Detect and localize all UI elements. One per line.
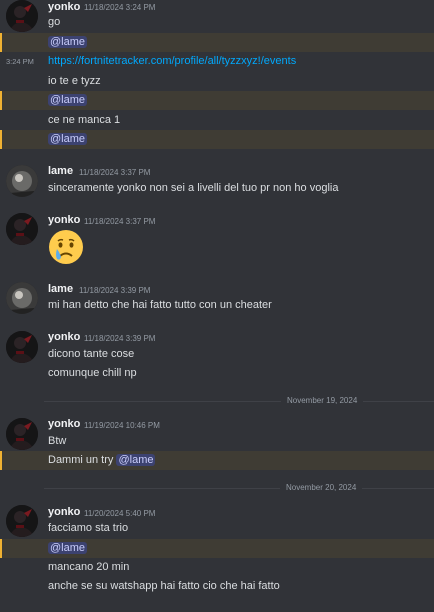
timestamp: 11/18/2024 3:37 PM [79, 168, 151, 177]
avatar[interactable] [6, 0, 38, 32]
message-text: mancano 20 min [48, 561, 130, 573]
timestamp: 11/18/2024 3:39 PM [79, 286, 151, 295]
message-text: @lame [48, 542, 88, 554]
message-text: @lame [48, 36, 88, 48]
message-text: go [48, 16, 61, 28]
message-text: anche se su watshapp hai fatto cio che h… [48, 580, 280, 592]
author-name[interactable]: yonko [48, 418, 80, 430]
user-mention[interactable]: @lame [48, 94, 88, 106]
avatar[interactable] [6, 505, 38, 537]
message-text: mi han detto che hai fatto tutto con un … [48, 299, 272, 311]
message-text: ce ne manca 1 [48, 114, 121, 126]
date-divider-label: November 19, 2024 [281, 396, 364, 405]
crying-face-icon[interactable] [48, 229, 84, 265]
avatar[interactable] [6, 165, 38, 197]
timestamp: 11/18/2024 3:39 PM [84, 334, 156, 343]
timestamp: 11/18/2024 3:24 PM [84, 3, 156, 12]
message-text: dicono tante cose [48, 348, 135, 360]
timestamp: 11/18/2024 3:37 PM [84, 217, 156, 226]
message-text: io te e tyzz [48, 75, 101, 87]
date-divider [44, 401, 434, 402]
message-text: @lame [48, 133, 88, 145]
author-name[interactable]: lame [48, 283, 73, 295]
avatar[interactable] [6, 331, 38, 363]
author-name[interactable]: yonko [48, 331, 80, 343]
date-divider-label: November 20, 2024 [280, 483, 363, 492]
message-text: Btw [48, 435, 67, 447]
hover-timestamp: 3:24 PM [6, 57, 34, 66]
author-name[interactable]: yonko [48, 214, 80, 226]
avatar[interactable] [6, 213, 38, 245]
message-link[interactable]: https://fortnitetracker.com/profile/all/… [48, 55, 296, 67]
message-text: sinceramente yonko non sei a livelli del… [48, 182, 339, 194]
timestamp: 11/19/2024 10:46 PM [84, 421, 160, 430]
author-name[interactable]: yonko [48, 506, 80, 518]
user-mention[interactable]: @lame [48, 542, 88, 554]
message-text: comunque chill np [48, 367, 137, 379]
user-mention[interactable]: @lame [116, 454, 156, 466]
date-divider [44, 488, 434, 489]
author-name[interactable]: lame [48, 165, 73, 177]
avatar[interactable] [6, 282, 38, 314]
message-text: @lame [48, 94, 88, 106]
user-mention[interactable]: @lame [48, 133, 88, 145]
user-mention[interactable]: @lame [48, 36, 88, 48]
timestamp: 11/20/2024 5:40 PM [84, 509, 156, 518]
author-name[interactable]: yonko [48, 1, 80, 13]
message-text: Dammi un try @lame [48, 454, 156, 466]
message-text: facciamo sta trio [48, 522, 129, 534]
message-text-part: Dammi un try [48, 454, 114, 466]
avatar[interactable] [6, 418, 38, 450]
